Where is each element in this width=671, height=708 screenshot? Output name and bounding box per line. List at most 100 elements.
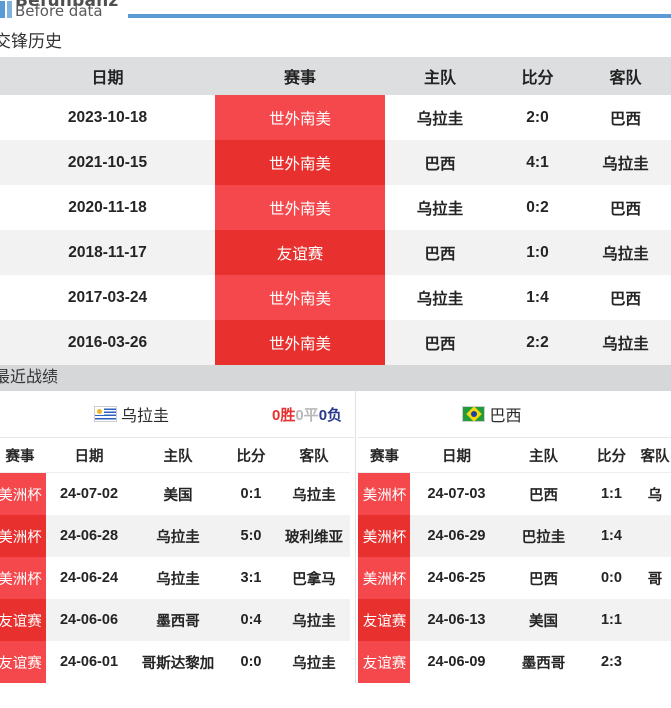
- recent-table-brazil: 赛事 日期 主队 比分 客队 美洲杯 24-07-03 巴西 1:1 乌 美洲杯…: [358, 438, 671, 683]
- cell-away: 乌拉圭: [580, 320, 671, 365]
- brand-subtitle: Before data: [15, 2, 103, 20]
- recent-col-comp-left: 赛事: [0, 438, 46, 473]
- table-row[interactable]: 2018-11-17 友谊赛 巴西 1:0 乌拉圭: [0, 230, 671, 275]
- list-item[interactable]: 美洲杯 24-06-29 巴拉圭 1:4: [358, 515, 671, 557]
- cell-date: 24-06-28: [46, 515, 132, 557]
- brazil-flag-icon: [462, 406, 486, 422]
- cell-home: 哥斯达黎加: [132, 641, 224, 683]
- recent-col-comp-right: 赛事: [358, 438, 411, 473]
- list-item[interactable]: 美洲杯 24-06-24 乌拉圭 3:1 巴拿马: [0, 557, 350, 599]
- cell-competition: 友谊赛: [358, 599, 411, 641]
- cell-away: 乌: [638, 472, 671, 515]
- cell-home: 巴西: [502, 557, 585, 599]
- cell-away: [638, 599, 671, 641]
- cell-away: [638, 641, 671, 683]
- cell-away: 乌拉圭: [580, 230, 671, 275]
- table-row[interactable]: 2020-11-18 世外南美 乌拉圭 0:2 巴西: [0, 185, 671, 230]
- cell-date: 24-07-03: [410, 472, 503, 515]
- cell-home: 美国: [502, 599, 585, 641]
- recent-col-away-right: 客队: [638, 438, 671, 473]
- recent-col-date-right: 日期: [410, 438, 503, 473]
- cell-score: 1:1: [584, 472, 639, 515]
- table-row[interactable]: 2023-10-18 世外南美 乌拉圭 2:0 巴西: [0, 95, 671, 140]
- cell-competition: 世外南美: [215, 185, 385, 230]
- cell-competition: 世外南美: [215, 95, 385, 140]
- cell-score: 1:4: [495, 275, 580, 320]
- cell-date: 24-06-13: [410, 599, 503, 641]
- cell-away: 巴西: [580, 185, 671, 230]
- recent-header-row-brazil: 赛事 日期 主队 比分 客队: [358, 438, 671, 473]
- h2h-col-comp: 赛事: [215, 57, 385, 95]
- recent-panel-brazil: 巴西 赛事 日期 主队 比分 客队 美洲杯 24-07-03 巴西 1:1 乌 …: [358, 391, 671, 683]
- cell-date: 24-06-09: [410, 641, 503, 683]
- cell-score: 1:1: [584, 599, 639, 641]
- team-identity-uruguay: 乌拉圭: [94, 402, 169, 426]
- cell-competition: 友谊赛: [0, 641, 46, 683]
- h2h-col-away: 客队: [580, 57, 671, 95]
- cell-away: 乌拉圭: [278, 599, 350, 641]
- cell-away: 玻利维亚: [278, 515, 350, 557]
- cell-home: 乌拉圭: [132, 557, 224, 599]
- cell-competition: 美洲杯: [0, 515, 46, 557]
- h2h-table: 日期 赛事 主队 比分 客队 2023-10-18 世外南美 乌拉圭 2:0 巴…: [0, 57, 671, 365]
- cell-score: 4:1: [495, 140, 580, 185]
- brand-divider-line: [128, 14, 671, 18]
- list-item[interactable]: 美洲杯 24-07-02 美国 0:1 乌拉圭: [0, 472, 350, 515]
- cell-competition: 美洲杯: [358, 557, 411, 599]
- cell-date: 2021-10-15: [0, 140, 215, 185]
- cell-score: 1:4: [584, 515, 639, 557]
- cell-date: 2023-10-18: [0, 95, 215, 140]
- cell-competition: 世外南美: [215, 320, 385, 365]
- cell-date: 24-06-06: [46, 599, 132, 641]
- recent-table-uruguay: 赛事 日期 主队 比分 客队 美洲杯 24-07-02 美国 0:1 乌拉圭 美…: [0, 438, 350, 683]
- table-row[interactable]: 2016-03-26 世外南美 巴西 2:2 乌拉圭: [0, 320, 671, 365]
- cell-date: 24-06-25: [410, 557, 503, 599]
- record-wins: 0胜: [272, 406, 296, 424]
- cell-away: 乌拉圭: [580, 140, 671, 185]
- cell-competition: 世外南美: [215, 140, 385, 185]
- cell-competition: 友谊赛: [215, 230, 385, 275]
- recent-form-panels: 乌拉圭 0胜0平0负 赛事 日期 主队 比分 客队 美洲杯 24-07-02 美…: [0, 391, 671, 683]
- cell-competition: 友谊赛: [0, 599, 46, 641]
- table-row[interactable]: 2017-03-24 世外南美 乌拉圭 1:4 巴西: [0, 275, 671, 320]
- cell-score: 2:0: [495, 95, 580, 140]
- panel-header-brazil: 巴西: [358, 391, 671, 438]
- cell-score: 3:1: [224, 557, 278, 599]
- cell-date: 24-06-01: [46, 641, 132, 683]
- page-root: Befunbanz Before data 交锋历史 日期 赛事 主队 比分 客…: [0, 0, 671, 708]
- list-item[interactable]: 友谊赛 24-06-06 墨西哥 0:4 乌拉圭: [0, 599, 350, 641]
- cell-competition: 美洲杯: [358, 472, 411, 515]
- panel-header-uruguay: 乌拉圭 0胜0平0负: [0, 391, 356, 438]
- cell-away: 巴西: [580, 275, 671, 320]
- recent-col-home-right: 主队: [502, 438, 585, 473]
- recent-col-score-left: 比分: [224, 438, 278, 473]
- list-item[interactable]: 美洲杯 24-06-28 乌拉圭 5:0 玻利维亚: [0, 515, 350, 557]
- list-item[interactable]: 美洲杯 24-07-03 巴西 1:1 乌: [358, 472, 671, 515]
- recent-col-date-left: 日期: [46, 438, 132, 473]
- cell-score: 0:0: [224, 641, 278, 683]
- cell-away: 乌拉圭: [278, 641, 350, 683]
- list-item[interactable]: 友谊赛 24-06-09 墨西哥 2:3: [358, 641, 671, 683]
- cell-away: 巴西: [580, 95, 671, 140]
- cell-score: 0:2: [495, 185, 580, 230]
- cell-score: 2:2: [495, 320, 580, 365]
- cell-date: 2017-03-24: [0, 275, 215, 320]
- logo-bar-1: [0, 1, 5, 18]
- record-draws: 0平: [295, 406, 319, 424]
- cell-competition: 友谊赛: [358, 641, 411, 683]
- cell-date: 24-06-29: [410, 515, 503, 557]
- cell-home: 墨西哥: [502, 641, 585, 683]
- list-item[interactable]: 友谊赛 24-06-13 美国 1:1: [358, 599, 671, 641]
- team-identity-brazil: 巴西: [462, 402, 521, 426]
- list-item[interactable]: 友谊赛 24-06-01 哥斯达黎加 0:0 乌拉圭: [0, 641, 350, 683]
- cell-away: 巴拿马: [278, 557, 350, 599]
- cell-home: 巴拉圭: [502, 515, 585, 557]
- cell-date: 2020-11-18: [0, 185, 215, 230]
- recent-col-away-left: 客队: [278, 438, 350, 473]
- table-row[interactable]: 2021-10-15 世外南美 巴西 4:1 乌拉圭: [0, 140, 671, 185]
- list-item[interactable]: 美洲杯 24-06-25 巴西 0:0 哥: [358, 557, 671, 599]
- logo-bar-2: [7, 1, 12, 18]
- cell-home: 巴西: [502, 472, 585, 515]
- cell-date: 2016-03-26: [0, 320, 215, 365]
- h2h-col-date: 日期: [0, 57, 215, 95]
